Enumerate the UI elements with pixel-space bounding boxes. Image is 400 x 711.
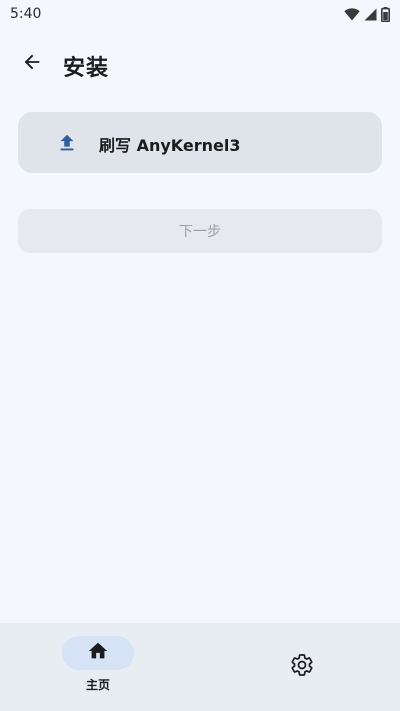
flash-anykernel3-button[interactable]: 刷写 AnyKernel3 — [18, 112, 382, 173]
cellular-signal-icon — [364, 8, 377, 21]
next-step-button[interactable]: 下一步 — [18, 209, 382, 253]
wifi-icon — [344, 7, 360, 21]
nav-home-label: 主页 — [85, 678, 110, 692]
battery-icon — [381, 6, 390, 22]
arrow-back-icon — [21, 51, 43, 77]
back-button[interactable] — [14, 46, 50, 82]
page-title: 安装 — [63, 56, 110, 81]
status-icons — [344, 6, 390, 22]
status-bar: 5:40 — [0, 0, 400, 28]
next-step-label: 下一步 — [179, 224, 221, 240]
top-app-bar: 安装 — [0, 40, 400, 88]
app-screen: 5:40 安装 刷写 AnyKernel3 下一步 主页 — [0, 0, 400, 711]
nav-item-settings[interactable] — [266, 636, 338, 696]
nav-item-home[interactable]: 主页 — [62, 636, 134, 708]
nav-settings-indicator — [266, 650, 338, 684]
gear-icon — [290, 653, 314, 681]
bottom-navigation-bar: 主页 — [0, 623, 400, 711]
home-icon — [87, 640, 109, 666]
upload-icon — [56, 132, 78, 154]
nav-home-indicator — [62, 636, 134, 670]
status-time: 5:40 — [10, 6, 42, 22]
flash-card-label: 刷写 AnyKernel3 — [99, 136, 241, 155]
